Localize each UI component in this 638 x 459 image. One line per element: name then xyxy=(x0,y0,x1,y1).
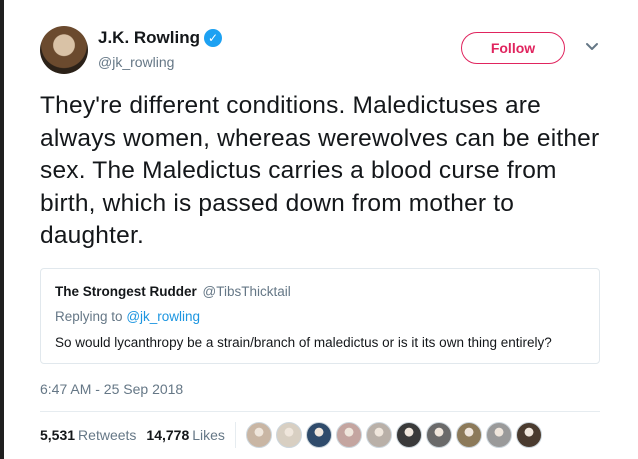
author-avatar[interactable] xyxy=(40,26,88,74)
quoted-author: The Strongest Rudder @TibsThicktail xyxy=(55,284,585,299)
verified-badge-icon: ✓ xyxy=(204,29,222,47)
tweet-header: J.K. Rowling ✓ @jk_rowling Follow xyxy=(40,26,618,78)
liker-avatar[interactable] xyxy=(395,422,422,448)
liker-avatar[interactable] xyxy=(425,422,452,448)
quoted-tweet[interactable]: The Strongest Rudder @TibsThicktail Repl… xyxy=(40,268,600,364)
liker-avatar[interactable] xyxy=(365,422,392,448)
follow-button[interactable]: Follow xyxy=(461,32,565,64)
replying-to-line: Replying to @jk_rowling xyxy=(55,309,585,324)
liker-avatar[interactable] xyxy=(245,422,272,448)
liker-avatar[interactable] xyxy=(275,422,302,448)
divider xyxy=(40,411,600,412)
liker-avatar[interactable] xyxy=(305,422,332,448)
quoted-text: So would lycanthropy be a strain/branch … xyxy=(55,335,552,350)
liker-avatar[interactable] xyxy=(485,422,512,448)
liker-avatar[interactable] xyxy=(335,422,362,448)
window-edge xyxy=(0,0,4,459)
quoted-author-name: The Strongest Rudder xyxy=(55,284,197,299)
replying-to-link[interactable]: @jk_rowling xyxy=(126,309,200,324)
author-handle[interactable]: @jk_rowling xyxy=(98,54,222,70)
author-names: J.K. Rowling ✓ @jk_rowling xyxy=(98,28,222,70)
replying-to-prefix: Replying to xyxy=(55,309,123,324)
stats-separator xyxy=(234,422,236,448)
chevron-down-icon[interactable] xyxy=(583,38,601,56)
liker-avatars xyxy=(245,422,546,448)
tweet-stats: 5,531 Retweets 14,778 Likes xyxy=(40,422,546,448)
tweet-timestamp[interactable]: 6:47 AM - 25 Sep 2018 xyxy=(40,381,183,397)
liker-avatar[interactable] xyxy=(515,422,542,448)
author-display-name[interactable]: J.K. Rowling xyxy=(98,28,200,48)
retweets-count[interactable]: 5,531 xyxy=(40,427,75,443)
quoted-author-handle: @TibsThicktail xyxy=(202,284,291,299)
likes-label[interactable]: Likes xyxy=(192,427,225,443)
liker-avatar[interactable] xyxy=(455,422,482,448)
retweets-label[interactable]: Retweets xyxy=(78,427,136,443)
likes-count[interactable]: 14,778 xyxy=(146,427,189,443)
tweet-text: They're different conditions. Maledictus… xyxy=(40,92,600,249)
